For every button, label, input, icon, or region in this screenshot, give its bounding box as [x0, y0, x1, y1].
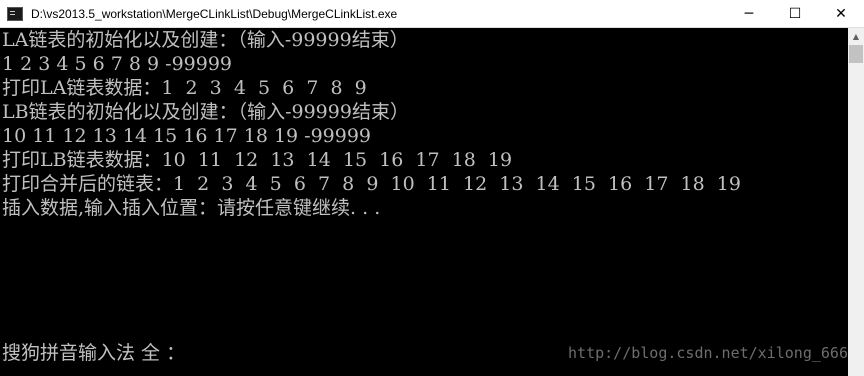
console-line: 打印合并后的链表：1 2 3 4 5 6 7 8 9 10 11 12 13 1…: [2, 173, 741, 195]
console-line: 打印LB链表数据：10 11 12 13 14 15 16 17 18 19: [2, 149, 513, 171]
scrollbar-thumb[interactable]: [849, 45, 863, 63]
title-bar[interactable]: D:\vs2013.5_workstation\MergeCLinkList\D…: [0, 0, 864, 28]
ime-status-bar[interactable]: 搜狗拼音输入法 全 ：: [2, 340, 185, 366]
console-window: D:\vs2013.5_workstation\MergeCLinkList\D…: [0, 0, 864, 376]
console-output[interactable]: LA链表的初始化以及创建：（输入-99999结束） 1 2 3 4 5 6 7 …: [0, 28, 848, 376]
window-title: D:\vs2013.5_workstation\MergeCLinkList\D…: [31, 6, 398, 21]
console-line: LA链表的初始化以及创建：（输入-99999结束）: [2, 29, 409, 51]
scroll-up-arrow-icon[interactable]: ▲: [848, 28, 864, 44]
maximize-button[interactable]: ☐: [772, 0, 818, 28]
console-app-icon: [7, 6, 23, 21]
watermark-text: http://blog.csdn.net/xilong_666: [568, 344, 848, 362]
console-line: 10 11 12 13 14 15 16 17 18 19 -99999: [2, 125, 372, 147]
console-line: 打印LA链表数据：1 2 3 4 5 6 7 8 9: [2, 77, 367, 99]
vertical-scrollbar[interactable]: ▲: [848, 28, 864, 376]
console-line: 插入数据,输入插入位置：请按任意键继续. . .: [2, 197, 381, 219]
minimize-button[interactable]: ─: [726, 0, 772, 28]
console-line: LB链表的初始化以及创建：（输入-99999结束）: [2, 101, 409, 123]
close-button[interactable]: ✕: [818, 0, 864, 28]
console-line: 1 2 3 4 5 6 7 8 9 -99999: [2, 53, 233, 75]
